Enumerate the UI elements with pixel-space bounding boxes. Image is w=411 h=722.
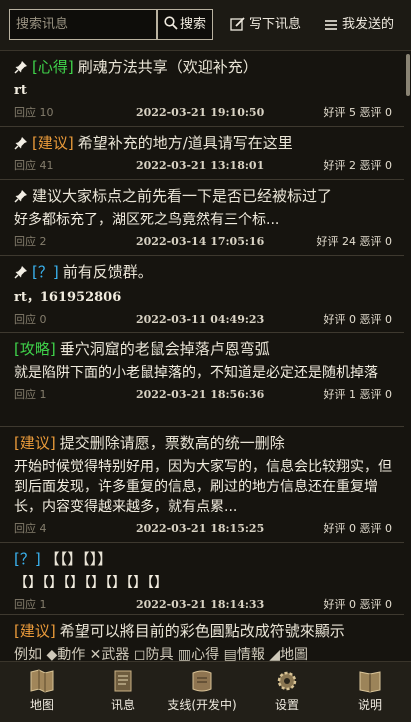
message-body: 好多都标充了，湖区死之鸟竟然有三个标... [14,212,280,228]
nav-quests-label: 支线(开发中) [167,698,237,712]
timestamp: 2022-03-14 17:05:16 [136,235,265,248]
nav-messages[interactable]: 讯息 [95,662,151,722]
message-body: 就是陷阱下面的小老鼠掉落的，不知道是必定还是随机掉落 [14,365,378,381]
nav-map[interactable]: 地图 [14,662,70,722]
category-tag: [？] [14,550,41,568]
message-title: [攻略] 垂穴洞窟的老鼠会掉落卢恩弯弧 [14,333,404,359]
message-meta: 回应 2 2022-03-14 17:05:16 好评 24 恶评 0 [14,233,404,251]
title-text: 垂穴洞窟的老鼠会掉落卢恩弯弧 [59,340,270,358]
title-text: 刷魂方法共享（欢迎补充） [77,58,258,76]
message-item[interactable]: [心得] 刷魂方法共享（欢迎补充） rt 回应 10 2022-03-21 19:… [0,51,404,127]
search-input[interactable]: 搜索讯息 [9,9,157,40]
message-title: [建议] 希望补充的地方/道具请写在这里 [14,127,404,153]
message-title: [建议] 希望可以將目前的彩色圓點改成符號來顯示 [14,615,404,641]
message-item[interactable]: [建议] 希望补充的地方/道具请写在这里 回应 41 2022-03-21 13:… [0,127,404,180]
title-text: 前有反馈群。 [62,263,153,281]
message-title: [？] 前有反馈群。 [14,256,404,282]
nav-quests[interactable]: 支线(开发中) [162,662,242,722]
rating: 好评 0 恶评 0 [323,598,393,611]
timestamp: 2022-03-21 19:10:50 [136,106,265,119]
list-icon [325,19,337,30]
rating: 好评 0 恶评 0 [323,313,393,326]
message-item[interactable]: 建议大家标点之前先看一下是否已经被标过了 好多都标充了，湖区死之鸟竟然有三个标.… [0,180,404,256]
message-meta: 回应 4 2022-03-21 18:15:25 好评 0 恶评 0 [14,520,404,538]
timestamp: 2022-03-21 18:14:33 [136,598,265,611]
message-meta: 回应 1 2022-03-21 18:14:33 好评 0 恶评 0 [14,596,404,614]
search-button[interactable]: 搜索 [157,9,213,40]
title-text: 建议大家标点之前先看一下是否已经被标过了 [32,187,333,205]
rating: 好评 24 恶评 0 [316,235,393,248]
title-text: 提交删除请愿，票数高的统一删除 [59,434,285,452]
timestamp: 2022-03-21 13:18:01 [136,159,265,172]
title-text: 【【】【】】 [44,550,113,568]
my-sent-button[interactable]: 我发送的 [324,14,394,36]
pencil-icon [230,17,245,31]
nav-map-label: 地图 [29,698,54,712]
book-icon [359,671,381,693]
message-feed[interactable]: [心得] 刷魂方法共享（欢迎补充） rt 回应 10 2022-03-21 19:… [0,51,404,661]
write-message-button[interactable]: 写下讯息 [230,14,301,36]
reply-count: 回应 1 [14,598,47,611]
reply-count: 回应 1 [14,388,47,401]
pin-icon [14,190,27,203]
category-tag: [？] [32,263,59,281]
category-tag: [建议] [32,134,74,152]
rating: 好评 0 恶评 0 [323,522,393,535]
message-meta: 回应 10 2022-03-21 19:10:50 好评 5 恶评 0 [14,104,404,122]
rating: 好评 2 恶评 0 [323,159,393,172]
reply-count: 回应 0 [14,313,47,326]
message-item[interactable]: [攻略] 垂穴洞窟的老鼠会掉落卢恩弯弧 就是陷阱下面的小老鼠掉落的，不知道是必定还… [0,333,404,427]
message-item[interactable]: [？] 【【】【】】 【】【】【】【】【】【】【】 回应 1 2022-03-21… [0,543,404,615]
reply-count: 回应 10 [14,106,54,119]
top-toolbar: 搜索讯息 搜索 写下讯息 我发送的 [0,0,411,51]
message-meta: 回应 0 2022-03-11 04:49:23 好评 0 恶评 0 [14,311,404,329]
search-button-label: 搜索 [179,17,206,32]
message-body: rt [14,83,27,98]
nav-settings-label: 设置 [274,698,299,712]
message-body: rt，161952806 [14,290,122,305]
nav-settings[interactable]: 设置 [259,662,315,722]
message-body: 开始时候觉得特别好用，因为大家写的，信息会比较翔实，但到后面发现，许多重复的信息… [14,459,392,515]
pin-icon [14,137,27,150]
rating: 好评 1 恶评 0 [323,388,393,401]
pin-icon [14,61,27,74]
category-tag: [攻略] [14,340,56,358]
message-meta: 回应 1 2022-03-21 18:56:36 好评 1 恶评 0 [14,386,404,404]
feed-scrollbar[interactable] [406,54,410,96]
write-message-label: 写下讯息 [249,17,302,32]
title-text: 希望可以將目前的彩色圓點改成符號來顯示 [59,622,345,640]
message-item[interactable]: [建议] 提交删除请愿，票数高的统一删除 开始时候觉得特别好用，因为大家写的，信息… [0,427,404,543]
reply-count: 回应 4 [14,522,47,535]
gear-icon [277,671,297,691]
message-title: [？] 【【】【】】 [14,543,404,569]
message-item[interactable]: [建议] 希望可以將目前的彩色圓點改成符號來顯示 例如 ◆動作 ✕武器 ◻防具 ▥… [0,615,404,661]
timestamp: 2022-03-21 18:15:25 [136,522,265,535]
title-text: 希望补充的地方/道具请写在这里 [77,134,293,152]
message-title: [心得] 刷魂方法共享（欢迎补充） [14,51,404,77]
rating: 好评 5 恶评 0 [323,106,393,119]
timestamp: 2022-03-11 04:49:23 [136,313,265,326]
pin-icon [14,266,27,279]
message-body: 【】【】【】【】【】【】【】 [14,575,168,591]
category-tag: [建议] [14,622,56,640]
search-icon [164,16,178,30]
category-tag: [心得] [32,58,74,76]
map-scroll-icon [30,669,54,693]
nav-help-label: 说明 [357,698,382,712]
bottom-navigation: 地图 讯息 支线(开发中) 设置 说明 [0,661,411,722]
message-scroll-icon [114,670,132,692]
category-tag: [建议] [14,434,56,452]
nav-help[interactable]: 说明 [342,662,398,722]
timestamp: 2022-03-21 18:56:36 [136,388,265,401]
my-sent-label: 我发送的 [342,17,395,32]
message-title: 建议大家标点之前先看一下是否已经被标过了 [14,180,404,206]
reply-count: 回应 2 [14,235,47,248]
quest-scroll-icon [192,670,212,692]
message-item[interactable]: [？] 前有反馈群。 rt，161952806 回应 0 2022-03-11 0… [0,256,404,333]
nav-messages-label: 讯息 [110,698,135,712]
reply-count: 回应 41 [14,159,54,172]
message-meta: 回应 41 2022-03-21 13:18:01 好评 2 恶评 0 [14,157,404,175]
message-body: 例如 ◆動作 ✕武器 ◻防具 ▥心得 ▤情報 ◢地圖 [14,647,309,661]
message-title: [建议] 提交删除请愿，票数高的统一删除 [14,427,404,453]
